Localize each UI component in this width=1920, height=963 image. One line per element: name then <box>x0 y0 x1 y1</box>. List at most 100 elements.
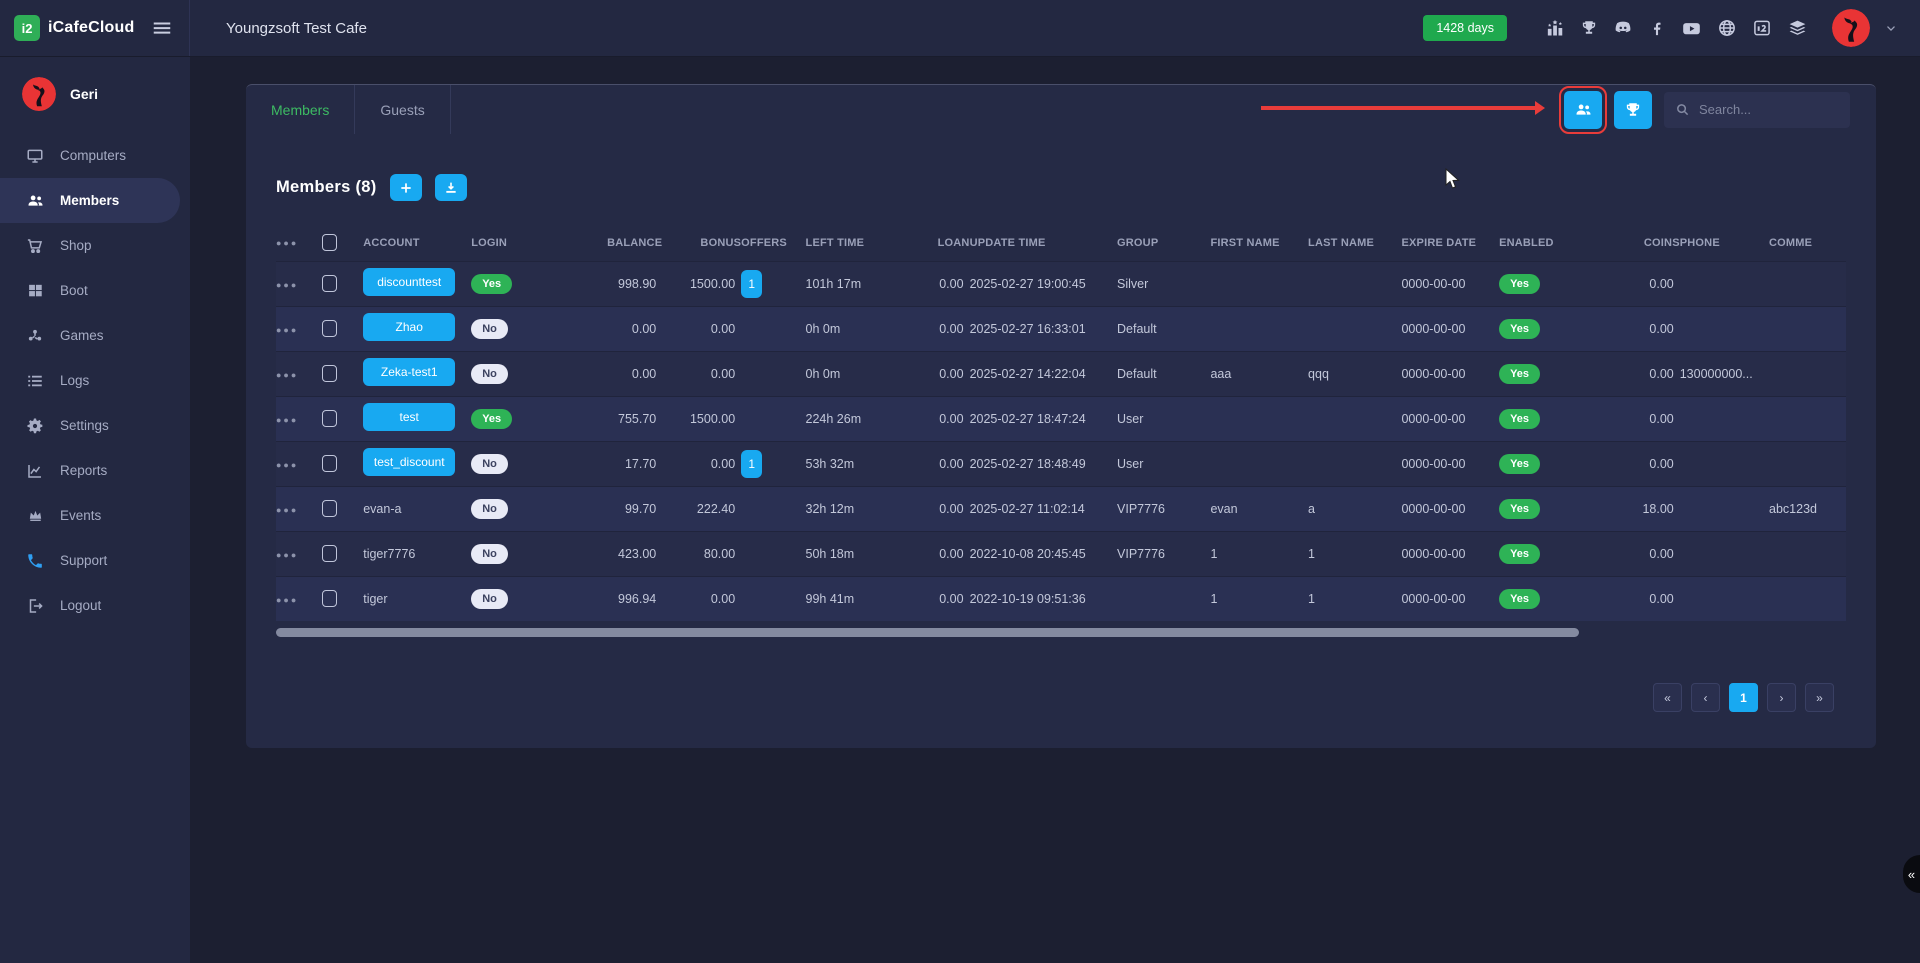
days-remaining-badge[interactable]: 1428 days <box>1423 15 1507 41</box>
row-checkbox[interactable] <box>322 410 337 427</box>
select-all-checkbox[interactable] <box>322 234 337 251</box>
offers-badge[interactable]: 1 <box>741 450 762 478</box>
cell-phone <box>1680 486 1769 531</box>
cell-bonus: 0.00 <box>662 306 741 351</box>
cell-actions: ●●● <box>276 531 322 576</box>
members-view-button[interactable] <box>1564 91 1602 129</box>
row-checkbox[interactable] <box>322 275 337 292</box>
hamburger-menu-icon[interactable] <box>151 17 173 39</box>
cell-account: discounttest <box>363 261 471 306</box>
cell-select <box>322 261 364 306</box>
facebook-icon[interactable] <box>1648 19 1666 37</box>
logs-icon <box>25 372 45 390</box>
sidebar-item-games[interactable]: Games <box>0 313 190 358</box>
cell-account: Zhao <box>363 306 471 351</box>
account-button[interactable]: discounttest <box>363 268 455 296</box>
enabled-badge: Yes <box>1499 274 1540 294</box>
tabs-row: MembersGuests <box>246 85 1876 134</box>
first-page-button[interactable]: « <box>1653 683 1682 712</box>
row-actions-button[interactable]: ●●● <box>276 595 298 605</box>
user-avatar[interactable] <box>1832 9 1870 47</box>
row-actions-button[interactable]: ●●● <box>276 280 298 290</box>
cell-loan: 0.00 <box>909 441 969 486</box>
row-actions-button[interactable]: ●●● <box>276 505 298 515</box>
sidebar-item-members[interactable]: Members <box>0 178 180 223</box>
tab-guests[interactable]: Guests <box>355 85 450 134</box>
sidebar-item-label: Computers <box>60 148 126 163</box>
horizontal-scrollbar[interactable] <box>276 628 1579 637</box>
cell-left_time: 50h 18m <box>806 531 910 576</box>
row-actions-button[interactable]: ●●● <box>276 370 298 380</box>
layers-icon[interactable] <box>1787 18 1808 39</box>
header-actions: ●●● <box>276 238 298 248</box>
cell-select <box>322 531 364 576</box>
account-button[interactable]: Zeka-test1 <box>363 358 455 386</box>
brand-area: i2 iCafeCloud <box>0 0 190 56</box>
row-actions-button[interactable]: ●●● <box>276 460 298 470</box>
sidebar-item-settings[interactable]: Settings <box>0 403 190 448</box>
brand-name: iCafeCloud <box>48 19 134 37</box>
last-page-button[interactable]: » <box>1805 683 1834 712</box>
row-checkbox[interactable] <box>322 365 337 382</box>
account-button[interactable]: Zhao <box>363 313 455 341</box>
sidebar-item-events[interactable]: Events <box>0 493 190 538</box>
sidebar-item-logout[interactable]: Logout <box>0 583 190 628</box>
enabled-badge: Yes <box>1499 544 1540 564</box>
column-header-balance: BALANCE <box>563 225 663 261</box>
cell-actions: ●●● <box>276 306 322 351</box>
cell-coins: 0.00 <box>1582 531 1680 576</box>
prev-page-button[interactable]: ‹ <box>1691 683 1720 712</box>
cell-login: No <box>471 351 562 396</box>
search-input[interactable] <box>1699 102 1839 117</box>
row-checkbox[interactable] <box>322 590 337 607</box>
table-row: ●●●testYes755.701500.00224h 26m0.002025-… <box>276 396 1846 441</box>
cell-bonus: 222.40 <box>662 486 741 531</box>
account-button[interactable]: test <box>363 403 455 431</box>
youtube-icon[interactable] <box>1681 18 1702 39</box>
trophy-icon[interactable] <box>1580 19 1598 37</box>
add-member-button[interactable] <box>390 174 422 201</box>
account-button[interactable]: test_discount <box>363 448 455 476</box>
sidebar-item-computers[interactable]: Computers <box>0 133 190 178</box>
row-actions-button[interactable]: ●●● <box>276 550 298 560</box>
cell-expire_date: 0000-00-00 <box>1401 306 1499 351</box>
tab-members[interactable]: Members <box>246 85 355 134</box>
sidebar-user[interactable]: Geri <box>0 57 190 127</box>
row-actions-button[interactable]: ●●● <box>276 325 298 335</box>
trophy-view-button[interactable] <box>1614 91 1652 129</box>
cell-account: test <box>363 396 471 441</box>
next-page-button[interactable]: › <box>1767 683 1796 712</box>
export-members-button[interactable] <box>435 174 467 201</box>
brand-logo-icon: i2 <box>14 15 40 41</box>
icafe-news-icon[interactable] <box>1752 18 1772 38</box>
sidebar-item-shop[interactable]: Shop <box>0 223 190 268</box>
cell-account: tiger7776 <box>363 531 471 576</box>
row-actions-button[interactable]: ●●● <box>276 415 298 425</box>
row-checkbox[interactable] <box>322 545 337 562</box>
sidebar-item-reports[interactable]: Reports <box>0 448 190 493</box>
row-checkbox[interactable] <box>322 320 337 337</box>
table-row: ●●●test_discountNo17.700.00153h 32m0.002… <box>276 441 1846 486</box>
cell-actions: ●●● <box>276 441 322 486</box>
offers-badge[interactable]: 1 <box>741 270 762 298</box>
ranking-icon[interactable] <box>1545 18 1565 38</box>
row-checkbox[interactable] <box>322 455 337 472</box>
cell-bonus: 1500.00 <box>662 261 741 306</box>
cell-update_time: 2025-02-27 14:22:04 <box>970 351 1117 396</box>
cell-offers <box>741 306 805 351</box>
sidebar-item-label: Logs <box>60 373 89 388</box>
app-logo[interactable]: i2 iCafeCloud <box>14 15 134 41</box>
column-header-comment: COMME <box>1769 225 1846 261</box>
globe-icon[interactable] <box>1717 18 1737 38</box>
chevron-down-icon[interactable] <box>1884 21 1898 35</box>
sidebar-item-logs[interactable]: Logs <box>0 358 190 403</box>
row-checkbox[interactable] <box>322 500 337 517</box>
sidebar-item-boot[interactable]: Boot <box>0 268 190 313</box>
discord-icon[interactable] <box>1613 18 1633 38</box>
cell-first_name <box>1210 306 1308 351</box>
sidebar-item-support[interactable]: Support <box>0 538 190 583</box>
page-button-1[interactable]: 1 <box>1729 683 1758 712</box>
cell-balance: 998.90 <box>563 261 663 306</box>
login-status-badge: No <box>471 544 508 564</box>
cell-left_time: 32h 12m <box>806 486 910 531</box>
